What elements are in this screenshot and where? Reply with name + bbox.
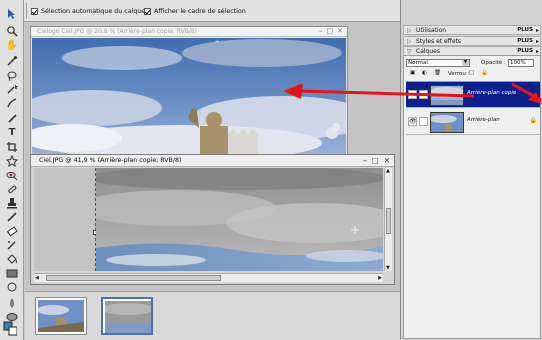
palette-bin: ▷ Utilisation PLUS ▸ ▷ Styles et effets … [400,0,542,340]
window-title: Ciel.JPG @ 41,9 % (Arrière-plan copie, R… [31,155,394,167]
link-layer-icon[interactable] [419,90,428,99]
options-separator [26,3,27,19]
project-bin-thumb-1[interactable] [35,297,87,335]
clone-stamp-tool-icon[interactable] [5,196,19,209]
panel-menu-icon[interactable]: ▸ [536,37,539,46]
svg-text:+: + [215,39,219,45]
scroll-right-icon[interactable]: ▶ [378,275,382,281]
canvas-margin [34,168,98,271]
tool-palette: ✋ T [0,0,24,340]
window-controls: – □ ✕ [363,156,390,165]
blend-mode-value: Normal [408,60,428,66]
opacity-label: Opacité : [481,60,506,66]
auto-select-label: Sélection automatique du calque [41,8,146,15]
panel-utilisation-label: Utilisation [416,27,447,34]
layers-panel: Normal ▼ Opacité : 100% ▣ ◐ 🗑 Verrou : □… [403,55,541,339]
cookie-cutter-tool-icon[interactable] [5,154,19,167]
eraser-tool-icon[interactable] [5,224,19,237]
layer-thumbnail [430,112,464,133]
options-bar: Sélection automatique du calque Afficher… [0,0,400,22]
project-bin [25,291,400,340]
panel-styles-label: Styles et effets [416,38,462,45]
zoom-tool-icon[interactable] [5,24,19,37]
image-window-back[interactable]: Cielogo Ciel.JPG @ 20,8 % (Arrière-plan … [22,26,372,161]
visibility-eye-icon[interactable] [408,90,417,99]
scroll-left-icon[interactable]: ◀ [35,275,39,281]
panel-menu-icon[interactable]: ▸ [536,26,539,35]
visibility-eye-icon[interactable]: 👁 [408,117,417,126]
checkbox-icon[interactable] [31,8,38,15]
red-eye-tool-icon[interactable] [5,168,19,181]
maximize-icon[interactable]: □ [372,156,379,165]
layer-row[interactable]: Arrière-plan copie [406,82,540,108]
move-tool-icon[interactable] [5,7,19,20]
plus-button[interactable]: PLUS [517,26,533,35]
chevron-down-icon[interactable]: ▼ [462,60,469,66]
checkbox-icon[interactable] [144,8,151,15]
layer-name: Arrière-plan copie [467,90,517,96]
layer-toolbar: ▣ ◐ 🗑 Verrou : □ 🔒 [408,70,538,79]
healing-brush-tool-icon[interactable] [5,182,19,195]
adjustment-layer-icon[interactable]: ◐ [422,70,427,76]
panel-calques-label: Calques [416,48,440,55]
selection-brush-tool-icon[interactable] [5,96,19,109]
blur-tool-icon[interactable] [5,296,19,309]
scroll-down-icon[interactable]: ▼ [386,265,390,271]
paint-bucket-tool-icon[interactable] [5,252,19,265]
show-bbox-label: Afficher le cadre de sélection [154,8,246,15]
workspace: Cielogo Ciel.JPG @ 20,8 % (Arrière-plan … [22,23,406,290]
opacity-field[interactable]: 100% [508,59,534,67]
color-swatches-icon[interactable] [3,321,17,335]
window-controls: – □ ✕ [319,27,343,35]
brush-tool-icon[interactable] [5,111,19,124]
expand-chevron-icon[interactable]: ▷ [407,37,412,46]
window-title: Cielogo Ciel.JPG @ 20,8 % (Arrière-plan … [31,27,347,37]
new-layer-icon[interactable]: ▣ [410,70,415,76]
show-bbox-checkbox[interactable]: Afficher le cadre de sélection [144,7,246,16]
smart-brush-tool-icon[interactable] [5,238,19,251]
plus-button[interactable]: PLUS [517,37,533,46]
vertical-scroll-thumb[interactable] [386,208,391,234]
layer-row[interactable]: 👁 Arrière-plan 🔒 [406,109,540,135]
project-bin-thumb-2[interactable] [101,297,154,335]
lasso-tool-icon[interactable] [5,69,19,82]
lock-all-icon[interactable]: 🔒 [481,70,488,76]
photo-canvas-back[interactable]: + [22,38,372,161]
text-tool-icon[interactable]: T [5,126,19,139]
minimize-icon[interactable]: – [363,156,367,165]
magic-wand-tool-icon[interactable] [5,82,19,95]
crop-tool-icon[interactable] [5,140,19,153]
minimize-icon[interactable]: – [319,27,323,35]
scroll-up-icon[interactable]: ▲ [386,168,390,174]
layer-name: Arrière-plan [467,117,500,123]
eyedropper-tool-icon[interactable] [5,54,19,67]
gradient-tool-icon[interactable] [5,266,19,279]
panel-styles[interactable]: ▷ Styles et effets PLUS ▸ [403,36,541,46]
image-window-front[interactable]: Ciel.JPG @ 41,9 % (Arrière-plan copie, R… [30,154,406,285]
horizontal-scroll-thumb[interactable] [46,275,221,281]
layer-lock-icon: 🔒 [529,117,537,124]
hand-tool-icon[interactable]: ✋ [5,39,19,52]
lock-transparency-icon[interactable]: □ [469,70,474,76]
maximize-icon[interactable]: □ [327,27,334,35]
photo-canvas-front[interactable] [76,166,406,271]
shape-tool-icon[interactable] [5,280,19,293]
delete-layer-icon[interactable]: 🗑 [434,70,441,76]
link-layer-icon[interactable] [419,117,428,126]
auto-select-checkbox[interactable]: Sélection automatique du calque [31,7,145,16]
expand-chevron-icon[interactable]: ▷ [407,26,412,35]
opacity-value: 100% [510,60,526,66]
panel-utilisation[interactable]: ▷ Utilisation PLUS ▸ [403,25,541,35]
lock-label: Verrou : [448,71,470,77]
vertical-scrollbar[interactable]: ▲ ▼ [384,168,392,271]
horizontal-scrollbar[interactable]: ◀ ▶ [34,273,383,282]
blend-mode-select[interactable]: Normal ▼ [406,59,470,67]
close-icon[interactable]: ✕ [384,156,390,165]
layer-thumbnail [430,85,464,106]
pencil-tool-icon[interactable] [5,210,19,223]
close-icon[interactable]: ✕ [337,27,343,35]
